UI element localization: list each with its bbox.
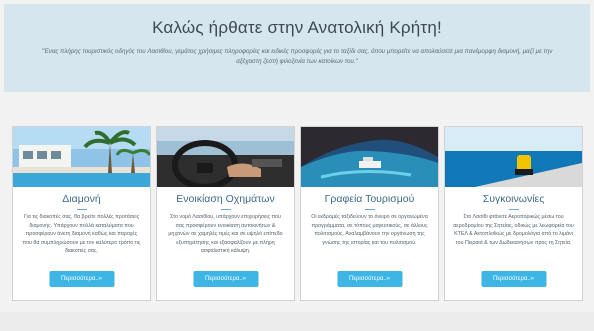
more-button-travel-agencies[interactable]: Περισσότερα..» — [336, 271, 403, 287]
card-car-rental: Ενοικίαση Οχημάτων Στο νομό Λασιθίου, υπ… — [156, 126, 295, 301]
car-rental-image — [157, 127, 294, 187]
page-bottom-strip — [0, 312, 594, 331]
card-title: Διαμονή — [62, 193, 101, 205]
welcome-description: "Ένας πλήρης τουριστικός οδηγός του Λασι… — [41, 48, 553, 65]
card-description: Στο Λασίθι φτάνετε Αεροπορικώς μέσω του … — [453, 214, 574, 246]
more-button-transport[interactable]: Περισσότερα..» — [480, 271, 547, 287]
card-title: Συγκοινωνίες — [482, 193, 545, 205]
accommodation-image — [13, 127, 150, 187]
services-cards: Διαμονή Για τις διακοπές σας, θα βρείτε … — [12, 126, 584, 302]
transport-image — [445, 127, 582, 187]
title-divider — [221, 209, 231, 210]
more-button-car-rental[interactable]: Περισσότερα..» — [192, 271, 259, 287]
page-title: Καλώς ήρθατε στην Ανατολική Κρήτη! — [152, 18, 442, 37]
more-button-accommodation[interactable]: Περισσότερα..» — [48, 271, 115, 287]
card-travel-agencies: Γραφεία Τουρισμού Οι εκδρομές ταξιδεύουν… — [300, 126, 439, 301]
card-description: Στο νομό Λασιθίου, υπάρχουν επιχειρήσεις… — [168, 214, 283, 255]
title-divider — [509, 209, 519, 210]
card-transport: Συγκοινωνίες Στο Λασίθι φτάνετε Αεροπορι… — [444, 126, 583, 301]
travel-agencies-image — [301, 127, 438, 187]
title-divider — [77, 209, 87, 210]
card-description: Οι εκδρομές ταξιδεύουν το όνειρο σε οργα… — [311, 214, 428, 246]
card-accommodation: Διαμονή Για τις διακοπές σας, θα βρείτε … — [12, 126, 151, 301]
card-title: Ενοικίαση Οχημάτων — [176, 193, 275, 205]
card-description: Για τις διακοπές σας, θα βρείτε πολλές π… — [22, 214, 141, 255]
card-title: Γραφεία Τουρισμού — [324, 193, 415, 205]
title-divider — [365, 209, 375, 210]
welcome-banner: Καλώς ήρθατε στην Ανατολική Κρήτη! "Ένας… — [4, 4, 590, 92]
